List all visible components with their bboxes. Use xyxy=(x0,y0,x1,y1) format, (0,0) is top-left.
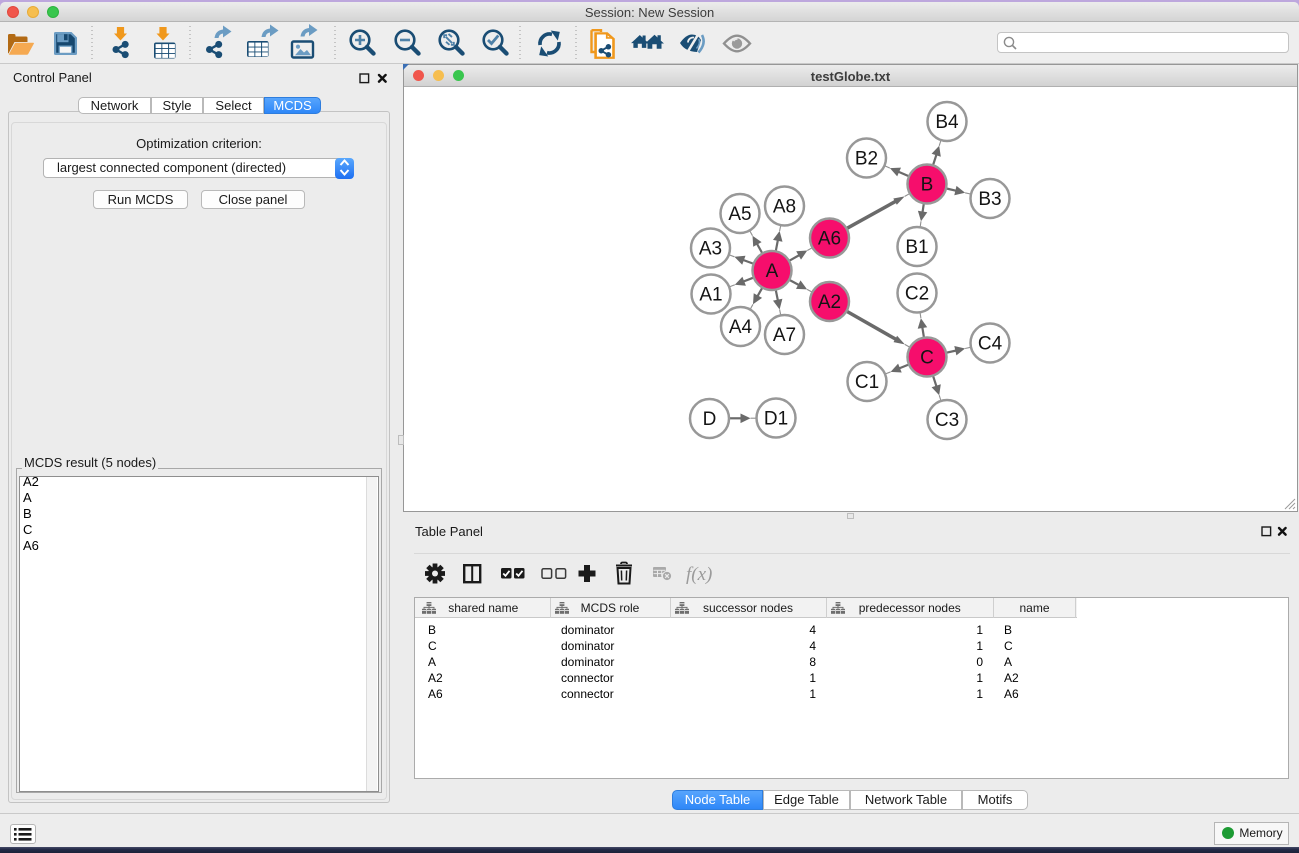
svg-text:A8: A8 xyxy=(773,197,796,218)
svg-text:C3: C3 xyxy=(935,410,959,431)
svg-text:C4: C4 xyxy=(978,334,1003,355)
svg-text:B3: B3 xyxy=(978,189,1001,210)
svg-text:A5: A5 xyxy=(728,204,751,225)
svg-text:C2: C2 xyxy=(905,284,929,305)
svg-text:A1: A1 xyxy=(699,285,722,306)
svg-text:A6: A6 xyxy=(818,229,841,250)
svg-text:C: C xyxy=(920,348,934,369)
svg-text:A3: A3 xyxy=(699,239,722,260)
svg-text:A7: A7 xyxy=(773,325,796,346)
svg-text:B: B xyxy=(921,175,934,196)
svg-text:A: A xyxy=(766,261,779,282)
svg-text:D: D xyxy=(703,409,717,430)
svg-text:B4: B4 xyxy=(935,112,959,133)
svg-text:C1: C1 xyxy=(855,372,879,393)
svg-text:A4: A4 xyxy=(729,317,753,338)
svg-text:A2: A2 xyxy=(818,292,841,313)
svg-text:B2: B2 xyxy=(855,149,878,170)
svg-text:D1: D1 xyxy=(764,409,788,430)
svg-text:B1: B1 xyxy=(905,237,928,258)
svg-text:f(x): f(x) xyxy=(686,564,712,585)
